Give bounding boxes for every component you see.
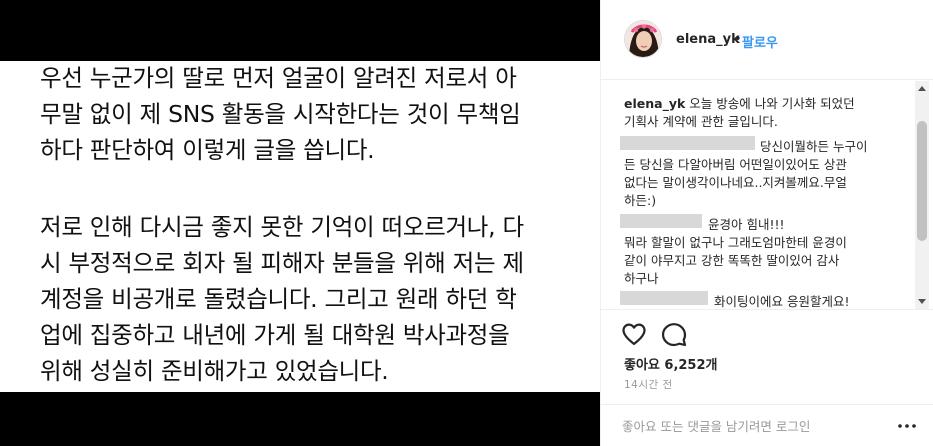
image-text-paragraph-2: 저로 인해 다시금 좋지 못한 기억이 떠오르거나, 다 시 부정적으로 회자 … <box>40 213 524 385</box>
comment-1-line-4: 하든:) <box>624 193 657 208</box>
heart-icon[interactable] <box>620 320 648 348</box>
blurred-username <box>620 214 702 228</box>
caption-username[interactable]: elena_yk <box>624 96 685 111</box>
comment-2-line-3: 같이 야무지고 강한 똑똑한 딸이있어 감사 <box>624 253 840 268</box>
header-separator: • <box>734 32 742 47</box>
comments-scrollbar[interactable] <box>915 81 929 309</box>
image-black-bar-top <box>0 0 600 61</box>
comment-2-line-2: 뭐라 할말이 없구나 그래도엄마한테 윤경이 <box>624 235 847 250</box>
comment-1-line-3: 없다는 말이생각이나네요..지켜볼께요.무얼 <box>624 175 847 190</box>
more-options-icon[interactable] <box>896 417 918 435</box>
caption-text-1: 오늘 방송에 나와 기사화 되었던 <box>689 96 855 111</box>
post-actions: 좋아요 6,252개 14시간 전 <box>600 309 933 404</box>
blurred-username <box>620 291 708 305</box>
add-comment-bar <box>600 404 933 446</box>
comment-2-line-1: 윤경아 힘내!!! <box>708 217 785 232</box>
post-header: elena_yk • 팔로우 <box>600 0 933 80</box>
header-username[interactable]: elena_yk <box>676 32 740 47</box>
profile-avatar-icon[interactable] <box>624 20 662 58</box>
scroll-thumb[interactable] <box>917 121 927 241</box>
post-timestamp[interactable]: 14시간 전 <box>624 377 673 392</box>
comment-1-line-1: 당신이뭘하든 누구이 <box>760 139 868 154</box>
caption-line-1: elena_yk 오늘 방송에 나와 기사화 되었던 <box>624 93 855 112</box>
post-image: 우선 누군가의 딸로 먼저 얼굴이 알려진 저로서 아 무말 없이 제 SNS … <box>0 0 600 446</box>
comment-1-line-2: 든 당신을 다알아버림 어떤일이있어도 상관 <box>624 157 847 172</box>
scroll-up-icon[interactable] <box>918 86 926 91</box>
blurred-username <box>620 136 755 150</box>
image-black-bar-bottom <box>0 392 600 446</box>
likes-count[interactable]: 좋아요 6,252개 <box>624 354 718 373</box>
comments-list: elena_yk 오늘 방송에 나와 기사화 되었던 기획사 계약에 관한 글입… <box>600 81 933 309</box>
add-comment-input[interactable] <box>622 414 862 438</box>
comment-3-line-1: 화이팅이에요 응원할게요! <box>714 294 850 309</box>
comment-icon[interactable] <box>660 320 688 348</box>
scroll-down-icon[interactable] <box>918 299 926 304</box>
comment-2-line-4: 하구나 <box>624 271 659 286</box>
image-text-paragraph-1: 우선 누군가의 딸로 먼저 얼굴이 알려진 저로서 아 무말 없이 제 SNS … <box>40 64 521 164</box>
caption-line-2: 기획사 계약에 관한 글입니다. <box>624 114 778 129</box>
follow-button[interactable]: 팔로우 <box>742 32 778 51</box>
